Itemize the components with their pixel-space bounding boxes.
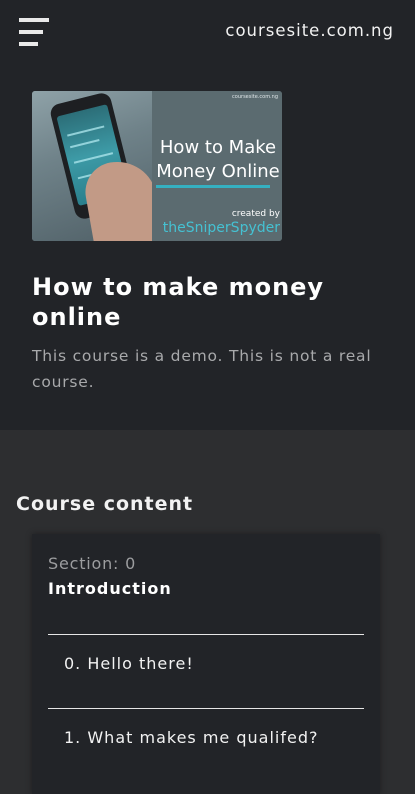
thumbnail-created-by: created by bbox=[231, 209, 280, 219]
course-header-area: coursesite.com.ng coursesite.com.ng How … bbox=[0, 0, 415, 430]
thumbnail-title-line1: How to Make bbox=[159, 137, 277, 158]
section-label: Section: 0 bbox=[48, 554, 137, 573]
section-card: Section: 0 Introduction 0. Hello there! … bbox=[32, 534, 380, 794]
thumbnail-underline bbox=[156, 185, 270, 188]
lesson-item[interactable]: 0. Hello there! bbox=[48, 634, 364, 694]
lesson-item[interactable]: 1. What makes me qualifed? bbox=[48, 708, 364, 768]
course-thumbnail: coursesite.com.ng How to Make Money Onli… bbox=[32, 91, 282, 241]
thumbnail-site-label: coursesite.com.ng bbox=[232, 94, 278, 100]
course-title: How to make money online bbox=[32, 273, 325, 331]
course-description: This course is a demo. This is not a rea… bbox=[32, 347, 372, 391]
hamburger-menu-icon[interactable] bbox=[19, 18, 49, 46]
section-name: Introduction bbox=[48, 579, 172, 598]
course-content-heading: Course content bbox=[16, 493, 194, 515]
lesson-label: 0. Hello there! bbox=[64, 654, 194, 673]
thumbnail-title-line2: Money Online bbox=[156, 161, 280, 182]
thumbnail-author: theSniperSpyder bbox=[162, 220, 280, 236]
lesson-label: 1. What makes me qualifed? bbox=[64, 728, 319, 747]
site-brand[interactable]: coursesite.com.ng bbox=[225, 21, 394, 40]
